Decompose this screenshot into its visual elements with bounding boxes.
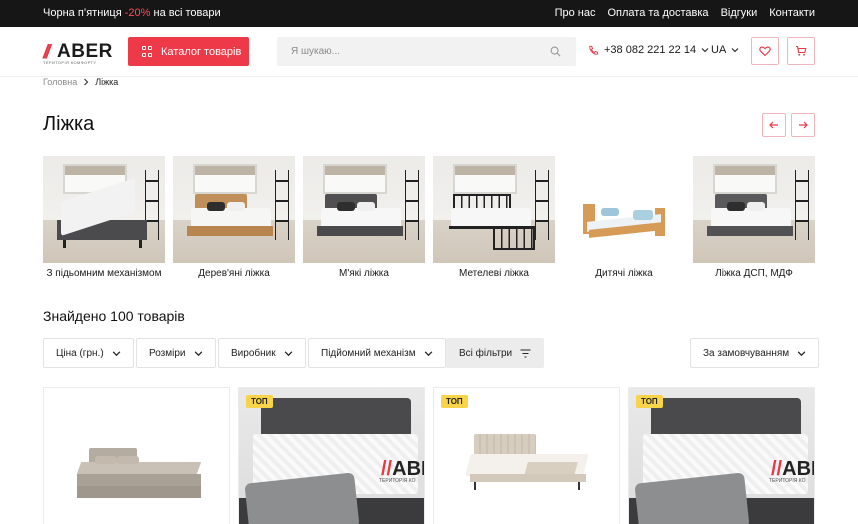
chevron-down-icon [112, 350, 120, 356]
search-box [277, 37, 576, 66]
product-card[interactable] [43, 387, 230, 524]
filter-lift-label: Підйомний механізм [321, 347, 416, 359]
nav-contacts[interactable]: Контакти [769, 7, 815, 19]
chevron-down-icon [194, 350, 202, 356]
categories-prev-button[interactable] [762, 113, 786, 137]
top-badge: ТОП [636, 395, 663, 408]
category-label: М'які ліжка [339, 268, 389, 279]
category-label: Дитячі ліжка [595, 268, 653, 279]
catalog-button[interactable]: Каталог товарів [128, 37, 249, 66]
watermark-tagline: ТЕРИТОРІЯ КО [379, 478, 416, 484]
top-badge: ТОП [246, 395, 273, 408]
filter-price[interactable]: Ціна (грн.) [43, 338, 134, 368]
sort-select[interactable]: За замовчуванням [690, 338, 820, 368]
top-nav: Про нас Оплата та доставка Відгуки Конта… [555, 7, 815, 19]
category-card-soft[interactable]: М'які ліжка [303, 156, 425, 279]
chevron-down-icon [701, 48, 709, 53]
promo-banner[interactable]: Чорна п’ятниця -20% на всі товари [43, 7, 221, 19]
promo-prefix: Чорна п’ятниця [43, 7, 125, 19]
filter-lift-mechanism[interactable]: Підйомний механізм [308, 338, 446, 368]
category-card-kids[interactable]: Дитячі ліжка [563, 156, 685, 279]
category-card-lift[interactable]: З підьомним механізмом [43, 156, 165, 279]
wishlist-button[interactable] [751, 37, 779, 65]
product-image [76, 448, 202, 503]
category-carousel: З підьомним механізмом Дерев'яні ліжка М… [43, 156, 815, 282]
filter-manufacturer[interactable]: Виробник [218, 338, 306, 368]
heart-icon [759, 46, 771, 57]
category-image [433, 156, 555, 263]
phone-icon [589, 45, 599, 55]
cart-button[interactable] [787, 37, 815, 65]
language-selector[interactable]: UA [711, 44, 739, 56]
nav-reviews[interactable]: Відгуки [721, 7, 758, 19]
phone-selector[interactable]: +38 082 221 22 14 [588, 44, 709, 56]
all-filters-label: Всі фільтри [459, 347, 513, 359]
search-input[interactable] [277, 37, 537, 66]
cart-icon [796, 45, 807, 56]
category-image [563, 156, 685, 263]
top-badge: ТОП [441, 395, 468, 408]
language-label: UA [711, 44, 727, 56]
promo-discount: -20% [124, 7, 151, 19]
breadcrumb-home[interactable]: Головна [43, 77, 77, 87]
search-icon[interactable] [550, 46, 561, 57]
product-card[interactable]: ТОП //ABER ТЕРИТОРІЯ КО [628, 387, 815, 524]
category-label: Ліжка ДСП, МДФ [715, 268, 793, 279]
filter-sizes[interactable]: Розміри [136, 338, 216, 368]
chevron-down-icon [797, 350, 806, 356]
filter-price-label: Ціна (грн.) [56, 347, 104, 359]
category-card-metal[interactable]: Метелеві ліжка [433, 156, 555, 279]
categories-next-button[interactable] [791, 113, 815, 137]
watermark-tagline: ТЕРИТОРІЯ КО [769, 478, 806, 484]
page-title: Ліжка [43, 113, 95, 135]
product-card[interactable]: ТОП [433, 387, 620, 524]
product-image: //ABER ТЕРИТОРІЯ КО [629, 388, 814, 524]
category-label: Дерев'яні ліжка [198, 268, 270, 279]
phone-number: +38 082 221 22 14 [604, 44, 697, 56]
results-count: Знайдено 100 товарів [43, 308, 185, 324]
arrow-right-icon [799, 121, 808, 129]
nav-about[interactable]: Про нас [555, 7, 596, 19]
catalog-button-label: Каталог товарів [161, 45, 242, 58]
header: // ABER ТЕРИТОРІЯ КОМФОРТУ Каталог товар… [0, 27, 858, 77]
category-label: З підьомним механізмом [46, 268, 162, 279]
promo-suffix: на всі товари [150, 7, 221, 19]
chevron-right-icon [84, 78, 89, 86]
chevron-down-icon [284, 350, 292, 356]
filter-sizes-label: Розміри [149, 347, 186, 359]
grid-icon [142, 46, 153, 57]
category-image [693, 156, 815, 263]
category-label: Метелеві ліжка [459, 268, 529, 279]
category-image [303, 156, 425, 263]
filter-lines-icon [520, 348, 531, 358]
top-bar: Чорна п’ятниця -20% на всі товари Про на… [0, 0, 858, 27]
all-filters-button[interactable]: Всі фільтри [446, 338, 545, 368]
breadcrumb-current: Ліжка [95, 77, 119, 87]
category-image [173, 156, 295, 263]
product-image [465, 434, 590, 494]
nav-payment-delivery[interactable]: Оплата та доставка [607, 7, 708, 19]
product-image: //ABER ТЕРИТОРІЯ КО [239, 388, 424, 524]
category-image [43, 156, 165, 263]
chevron-down-icon [424, 350, 432, 356]
breadcrumb: Головна Ліжка [43, 77, 118, 87]
arrow-left-icon [769, 121, 778, 129]
filter-manufacturer-label: Виробник [231, 347, 276, 359]
logo-tagline: ТЕРИТОРІЯ КОМФОРТУ [43, 60, 97, 65]
sort-label: За замовчуванням [703, 347, 790, 359]
category-card-wooden[interactable]: Дерев'яні ліжка [173, 156, 295, 279]
category-card-chipboard[interactable]: Ліжка ДСП, МДФ [693, 156, 815, 279]
logo[interactable]: // ABER ТЕРИТОРІЯ КОМФОРТУ [43, 40, 115, 65]
product-card[interactable]: ТОП //ABER ТЕРИТОРІЯ КО [238, 387, 425, 524]
chevron-down-icon [731, 48, 739, 53]
